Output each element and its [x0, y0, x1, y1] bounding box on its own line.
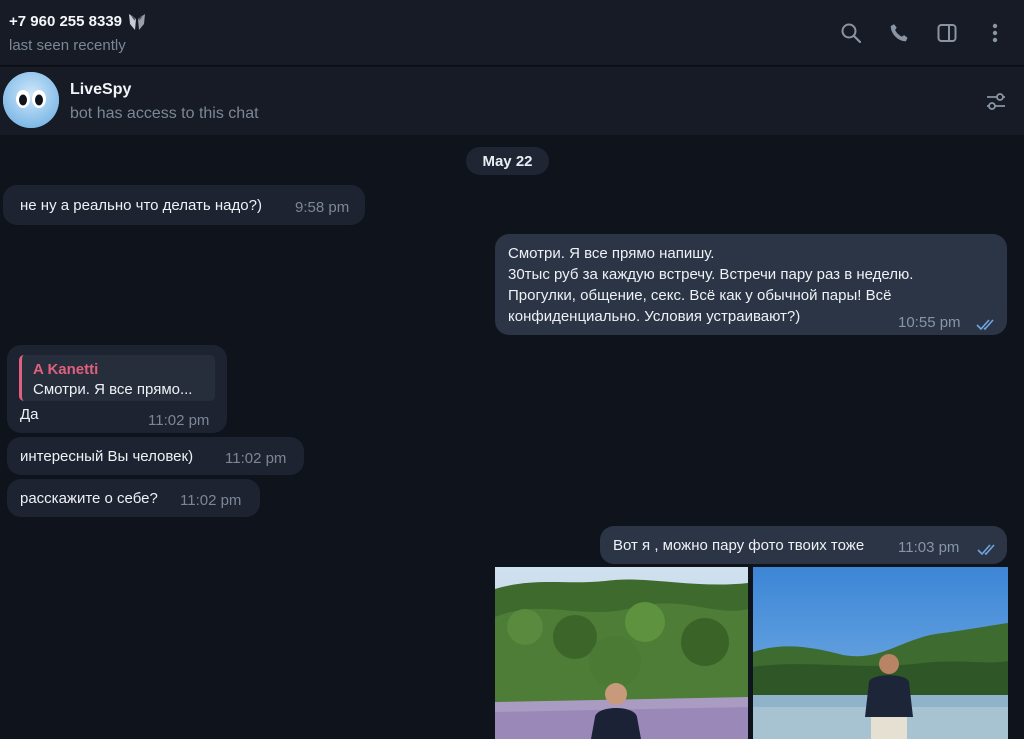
message-time: 11:03 pm: [898, 539, 960, 556]
message-time: 10:55 pm: [898, 314, 961, 331]
message-text: интересный Вы человек): [20, 448, 194, 465]
more-vertical-icon[interactable]: [982, 20, 1008, 46]
message-bubble-incoming[interactable]: A Kanetti Смотри. Я все прямо... Да 11:0…: [7, 345, 227, 433]
message-time: 9:58 pm: [295, 199, 350, 216]
message-bubble-incoming[interactable]: не ну а реально что делать надо?) 9:58 p…: [3, 185, 365, 225]
header-actions: [838, 20, 1008, 46]
message-time: 11:02 pm: [148, 412, 210, 429]
message-time: 11:02 pm: [180, 492, 242, 509]
photo-hills-lavender[interactable]: [495, 567, 748, 739]
phone-icon[interactable]: [886, 20, 912, 46]
peer-name[interactable]: +7 960 255 8339: [9, 13, 122, 30]
bot-description: bot has access to this chat: [70, 105, 259, 122]
chat-header[interactable]: +7 960 255 8339 last seen recently: [0, 0, 1024, 66]
bot-avatar[interactable]: [3, 72, 59, 128]
message-text: расскажите о себе?: [20, 490, 158, 507]
bot-access-bar[interactable]: LiveSpy bot has access to this chat: [0, 67, 1024, 135]
telegram-chat-window: +7 960 255 8339 last seen recently LiveS…: [0, 0, 1024, 739]
bot-name[interactable]: LiveSpy: [70, 81, 131, 99]
photo-album[interactable]: [495, 567, 1008, 739]
reply-text: Смотри. Я все прямо...: [33, 381, 193, 398]
photo-bay-sea[interactable]: [753, 567, 1008, 739]
peer-name-row[interactable]: +7 960 255 8339: [9, 10, 148, 32]
sidebar-toggle-icon[interactable]: [934, 20, 960, 46]
message-text: Да: [20, 406, 39, 423]
message-bubble-outgoing[interactable]: Смотри. Я все прямо напишу. 30тыс руб за…: [495, 234, 1007, 335]
heart-emoji-icon: [126, 10, 148, 32]
message-text: не ну а реально что делать надо?): [20, 197, 262, 214]
message-line: Прогулки, общение, секс. Всё как у обычн…: [508, 287, 892, 304]
double-check-icon: [976, 316, 998, 331]
message-line: 30тыс руб за каждую встречу. Встречи пар…: [508, 266, 914, 283]
message-line: Смотри. Я все прямо напишу.: [508, 245, 715, 262]
reply-author: A Kanetti: [33, 361, 99, 378]
date-separator: May 22: [466, 147, 549, 175]
reply-preview[interactable]: A Kanetti Смотри. Я все прямо...: [19, 355, 215, 401]
message-text: Смотри. Я все прямо напишу. 30тыс руб за…: [508, 243, 913, 327]
message-time: 11:02 pm: [225, 450, 287, 467]
message-line: конфиденциально. Условия устраивают?): [508, 308, 801, 325]
message-bubble-incoming[interactable]: интересный Вы человек) 11:02 pm: [7, 437, 304, 475]
double-check-icon: [977, 541, 999, 556]
message-bubble-incoming[interactable]: расскажите о себе? 11:02 pm: [7, 479, 260, 517]
search-icon[interactable]: [838, 20, 864, 46]
peer-status: last seen recently: [9, 37, 126, 54]
sliders-icon[interactable]: [984, 89, 1008, 113]
message-list[interactable]: May 22 не ну а реально что делать надо?)…: [0, 136, 1024, 739]
message-text: Вот я , можно пару фото твоих тоже: [613, 537, 865, 554]
message-bubble-outgoing[interactable]: Вот я , можно пару фото твоих тоже 11:03…: [600, 526, 1007, 564]
